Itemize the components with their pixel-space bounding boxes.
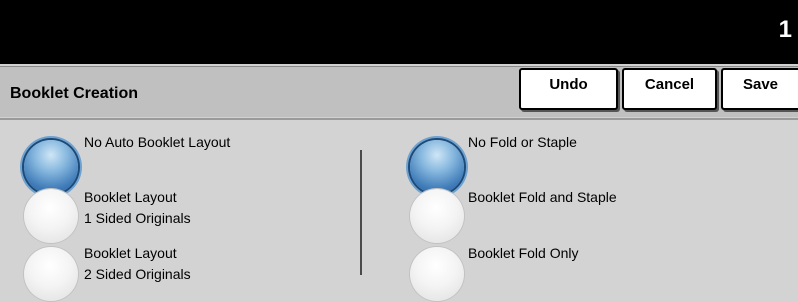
options-panel: No Auto Booklet Layout Booklet Layout 1 …	[0, 118, 798, 302]
radio-unselected-icon	[24, 247, 78, 301]
column-divider	[360, 150, 362, 275]
option-sublabel: 1 Sided Originals	[84, 210, 191, 226]
option-label: Booklet Fold and Staple	[468, 189, 617, 205]
option-booklet-layout-2-sided[interactable]: Booklet Layout 2 Sided Originals	[22, 243, 342, 301]
option-booklet-layout-1-sided[interactable]: Booklet Layout 1 Sided Originals	[22, 187, 342, 245]
status-bar: 1	[0, 0, 798, 64]
page-title: Booklet Creation	[10, 85, 139, 102]
option-label: No Fold or Staple	[468, 134, 577, 150]
cancel-button[interactable]: Cancel	[622, 68, 717, 110]
job-count: 1	[778, 16, 792, 43]
option-booklet-fold-and-staple[interactable]: Booklet Fold and Staple	[408, 187, 778, 245]
undo-button[interactable]: Undo	[519, 68, 618, 110]
radio-selected-icon	[410, 140, 464, 194]
option-sublabel: 2 Sided Originals	[84, 266, 191, 282]
option-label: Booklet Layout	[84, 245, 177, 261]
radio-unselected-icon	[410, 189, 464, 243]
option-no-auto-booklet-layout[interactable]: No Auto Booklet Layout	[22, 132, 342, 194]
radio-unselected-icon	[24, 189, 78, 243]
booklet-creation-screen: 1 Booklet Creation Undo Cancel Save No A…	[0, 0, 798, 302]
feature-header: Booklet Creation Undo Cancel Save	[0, 66, 798, 117]
radio-unselected-icon	[410, 247, 464, 301]
radio-selected-icon	[24, 140, 78, 194]
option-label: Booklet Fold Only	[468, 245, 579, 261]
option-no-fold-or-staple[interactable]: No Fold or Staple	[408, 132, 778, 194]
save-button[interactable]: Save	[721, 68, 798, 110]
option-booklet-fold-only[interactable]: Booklet Fold Only	[408, 243, 778, 301]
option-label: No Auto Booklet Layout	[84, 134, 231, 150]
option-label: Booklet Layout	[84, 189, 177, 205]
